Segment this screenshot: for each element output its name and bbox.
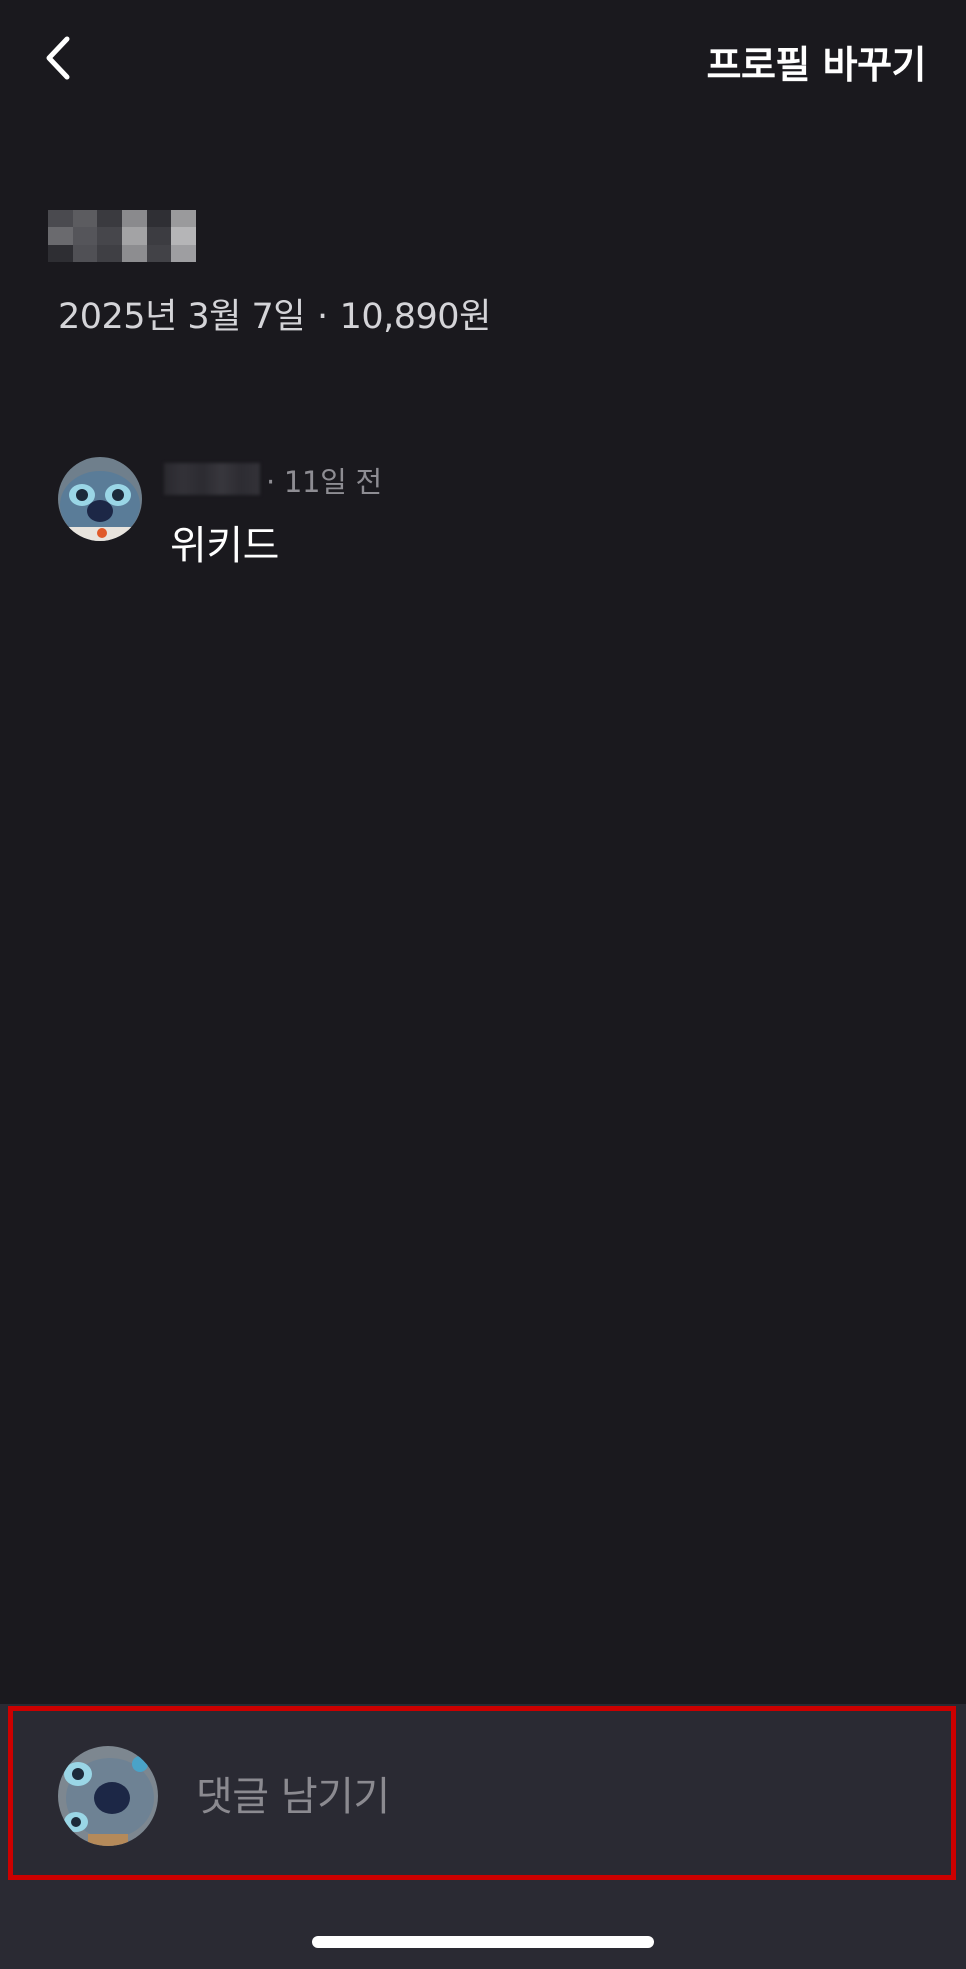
comment-text: 위키드: [170, 523, 279, 569]
record-meta: 2025년 3월 7일 · 10,890원: [58, 288, 491, 339]
chevron-left-icon: [46, 36, 70, 80]
comment-time: · 11일 전: [266, 459, 382, 501]
highlight-box: [8, 1706, 956, 1880]
blurred-title: [48, 210, 196, 262]
stitch-avatar-icon: [58, 457, 142, 541]
top-bar: 프로필 바꾸기: [0, 0, 966, 120]
comment-timestamp: 11일 전: [283, 465, 382, 499]
avatar[interactable]: [58, 457, 142, 541]
record-price: 10,890원: [339, 297, 492, 337]
comment-separator: ·: [266, 465, 275, 499]
change-profile-button[interactable]: 프로필 바꾸기: [707, 34, 927, 89]
meta-separator: ·: [316, 297, 328, 337]
comment-item: · 11일 전 위키드: [58, 455, 918, 575]
record-date: 2025년 3월 7일: [58, 297, 305, 337]
blurred-author-name: [164, 463, 260, 495]
home-indicator: [312, 1936, 654, 1948]
back-button[interactable]: [36, 32, 80, 84]
